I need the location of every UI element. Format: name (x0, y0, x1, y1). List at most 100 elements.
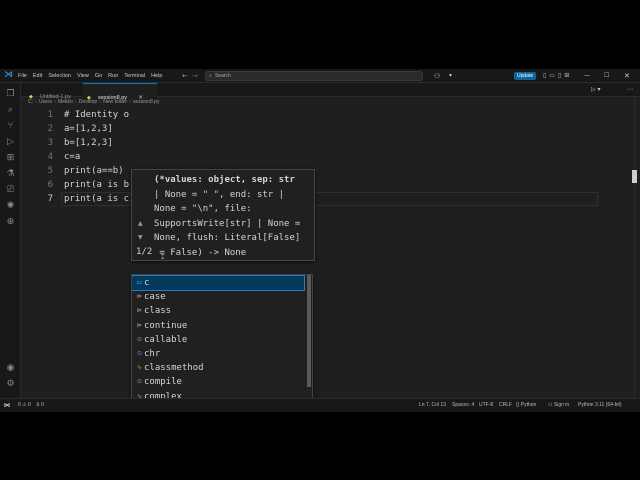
remote-indicator-icon[interactable]: ⋈ (0, 399, 14, 412)
back-arrow-icon[interactable]: ← (182, 69, 188, 83)
problems-status[interactable]: 0 ⚠ 0 (18, 399, 31, 412)
suggestion-label: case (144, 292, 166, 303)
breadcrumb: C: › Users › Mekko › Desktop › New folde… (28, 97, 159, 108)
forward-arrow-icon[interactable]: → (192, 69, 198, 83)
signature-help-popup: ▲ ▼ (*values: object, sep: str | None = … (131, 169, 315, 261)
breadcrumb-item[interactable]: Users (39, 97, 52, 108)
copilot-menu-chevron-icon[interactable]: ▾ (449, 69, 452, 83)
scrollbar-thumb[interactable] (632, 170, 637, 183)
code-line[interactable]: b=[1,2,3] (64, 136, 113, 150)
command-center-search[interactable]: ⌕ Search (205, 71, 423, 81)
menu-view[interactable]: View (77, 69, 89, 83)
source-control-icon[interactable]: ⑂ (5, 121, 16, 132)
function-kind-icon: ⊙ (136, 378, 143, 386)
maximize-icon[interactable]: ☐ (604, 69, 609, 83)
vscode-window: ⋊ File Edit Selection View Go Run Termin… (0, 69, 640, 412)
run-python-file-icon[interactable]: ▷ ▾ (591, 83, 601, 97)
language-label: Python (520, 402, 537, 408)
menu-selection[interactable]: Selection (48, 69, 71, 83)
explorer-icon[interactable]: ❐ (5, 89, 16, 100)
account-icon[interactable]: ◉ (5, 363, 16, 374)
minimize-icon[interactable]: — (584, 69, 590, 83)
code-editor[interactable]: 1 2 3 4 5 6 7 # Identity o a=[1,2,3] b=[… (21, 108, 634, 398)
suggestion-item[interactable]: ⊙ callable (132, 333, 304, 347)
update-button[interactable]: Update (514, 72, 537, 80)
title-bar: ⋊ File Edit Selection View Go Run Termin… (0, 69, 640, 83)
suggestion-scrollbar[interactable] (307, 275, 311, 387)
editor-tab-bar: ◆ Untitled-1.py ◆ session8.py × ▷ ▾ ⋯ (21, 83, 640, 101)
suggestion-label: classmethod (144, 363, 204, 374)
run-debug-icon[interactable]: ▷ (5, 137, 16, 148)
code-line[interactable]: a=[1,2,3] (64, 122, 113, 136)
suggestion-label: callable (144, 334, 188, 345)
code-line-current[interactable]: print(a is c) (64, 192, 134, 206)
breadcrumb-item[interactable]: New folder (103, 97, 127, 108)
suggestion-item[interactable]: ⊳ case (132, 290, 304, 304)
line-number: 6 (47, 180, 53, 190)
line-number: 2 (47, 124, 53, 134)
signature-next-icon[interactable]: ▼ (138, 234, 143, 241)
menu-terminal[interactable]: Terminal (124, 69, 145, 83)
breadcrumb-item[interactable]: Mekko (58, 97, 73, 108)
line-number-active: 7 (47, 194, 53, 204)
python-icon[interactable]: ✺ (5, 201, 16, 212)
copilot-icon[interactable]: ⚇ (434, 69, 440, 83)
code-line[interactable]: print(a is b (64, 178, 129, 192)
code-line[interactable]: # Identity o (64, 108, 129, 122)
search-view-icon[interactable]: ⌕ (5, 105, 16, 116)
layout-toggle-icons[interactable]: ▯▭▯⊞ (543, 69, 572, 83)
activity-bar: ❐ ⌕ ⑂ ▷ ⊞ ⚗ ⎚ ✺ ⊕ ◉ ⚙ (0, 83, 21, 398)
suggestion-item[interactable]: ⊙ chr (132, 347, 304, 361)
signature-prev-icon[interactable]: ▲ (138, 220, 143, 227)
signature-overload-counter: 1/2 (136, 247, 153, 257)
signature-line: None, flush: Literal[False] (154, 233, 301, 243)
active-parameter: (*values: object, sep: str (154, 175, 295, 185)
line-number: 3 (47, 138, 53, 148)
keyword-kind-icon: ⊳ (136, 307, 143, 315)
remote-explorer-icon[interactable]: ⎚ (5, 185, 16, 196)
close-window-icon[interactable]: ✕ (624, 69, 630, 83)
end-of-line[interactable]: CRLF (499, 399, 512, 412)
testing-icon[interactable]: ⚗ (5, 169, 16, 180)
breadcrumb-separator-icon: › (35, 99, 37, 105)
menu-run[interactable]: Run (108, 69, 118, 83)
breadcrumb-item[interactable]: Desktop (79, 97, 97, 108)
python-interpreter[interactable]: Python 3.11 (64-bit) (578, 399, 622, 412)
search-label: Search (215, 73, 231, 79)
suggestion-item[interactable]: ⊙ compile (132, 375, 304, 389)
menu-edit[interactable]: Edit (33, 69, 42, 83)
language-mode[interactable]: {} Python (516, 399, 536, 412)
encoding[interactable]: UTF-8 (479, 399, 493, 412)
extensions-icon[interactable]: ⊞ (5, 153, 16, 164)
suggestion-label: continue (144, 320, 188, 331)
tab-session8[interactable]: ◆ session8.py × (83, 83, 157, 101)
tab-untitled-1[interactable]: ◆ Untitled-1.py (25, 83, 83, 100)
suggestion-item[interactable]: ⊳ continue (132, 319, 304, 333)
sign-in-status[interactable]: ⚇ Sign in (548, 399, 569, 412)
line-number: 5 (47, 166, 53, 176)
suggestion-item[interactable]: ▭ c (132, 275, 305, 292)
editor-scrollbar[interactable] (634, 97, 640, 398)
cursor-position[interactable]: Ln 7, Col 13 (419, 399, 446, 412)
settings-gear-icon[interactable]: ⚙ (5, 379, 16, 390)
code-line[interactable]: print(a==b) (64, 164, 124, 178)
ports-status[interactable]: ⊻ 0 (36, 399, 44, 412)
suggestion-label: chr (144, 349, 161, 359)
breadcrumb-separator-icon: › (99, 99, 102, 105)
more-actions-icon[interactable]: ⋯ (627, 83, 633, 97)
line-number: 4 (47, 152, 53, 162)
code-line[interactable]: c=a (64, 150, 80, 164)
menu-file[interactable]: File (18, 69, 27, 83)
suggestion-widget[interactable]: ▭ c ⊳ case ⊳ class ⊳ continue ⊙ callable ⊙ chr ∿ clas… (131, 274, 313, 412)
menu-help[interactable]: Help (151, 69, 162, 83)
suggestion-item[interactable]: ∿ classmethod (132, 361, 304, 375)
breadcrumb-item[interactable]: session8.py (133, 97, 159, 108)
suggestion-item[interactable]: ⊳ class (132, 304, 304, 318)
sign-in-label: Sign in (553, 402, 570, 408)
mouse-pointer-icon: ⌶ (161, 254, 165, 261)
jupyter-icon[interactable]: ⊕ (5, 217, 16, 228)
breadcrumb-item[interactable]: C: (28, 97, 33, 108)
search-icon: ⌕ (209, 73, 212, 79)
menu-go[interactable]: Go (95, 69, 102, 83)
indentation[interactable]: Spaces: 4 (452, 399, 474, 412)
